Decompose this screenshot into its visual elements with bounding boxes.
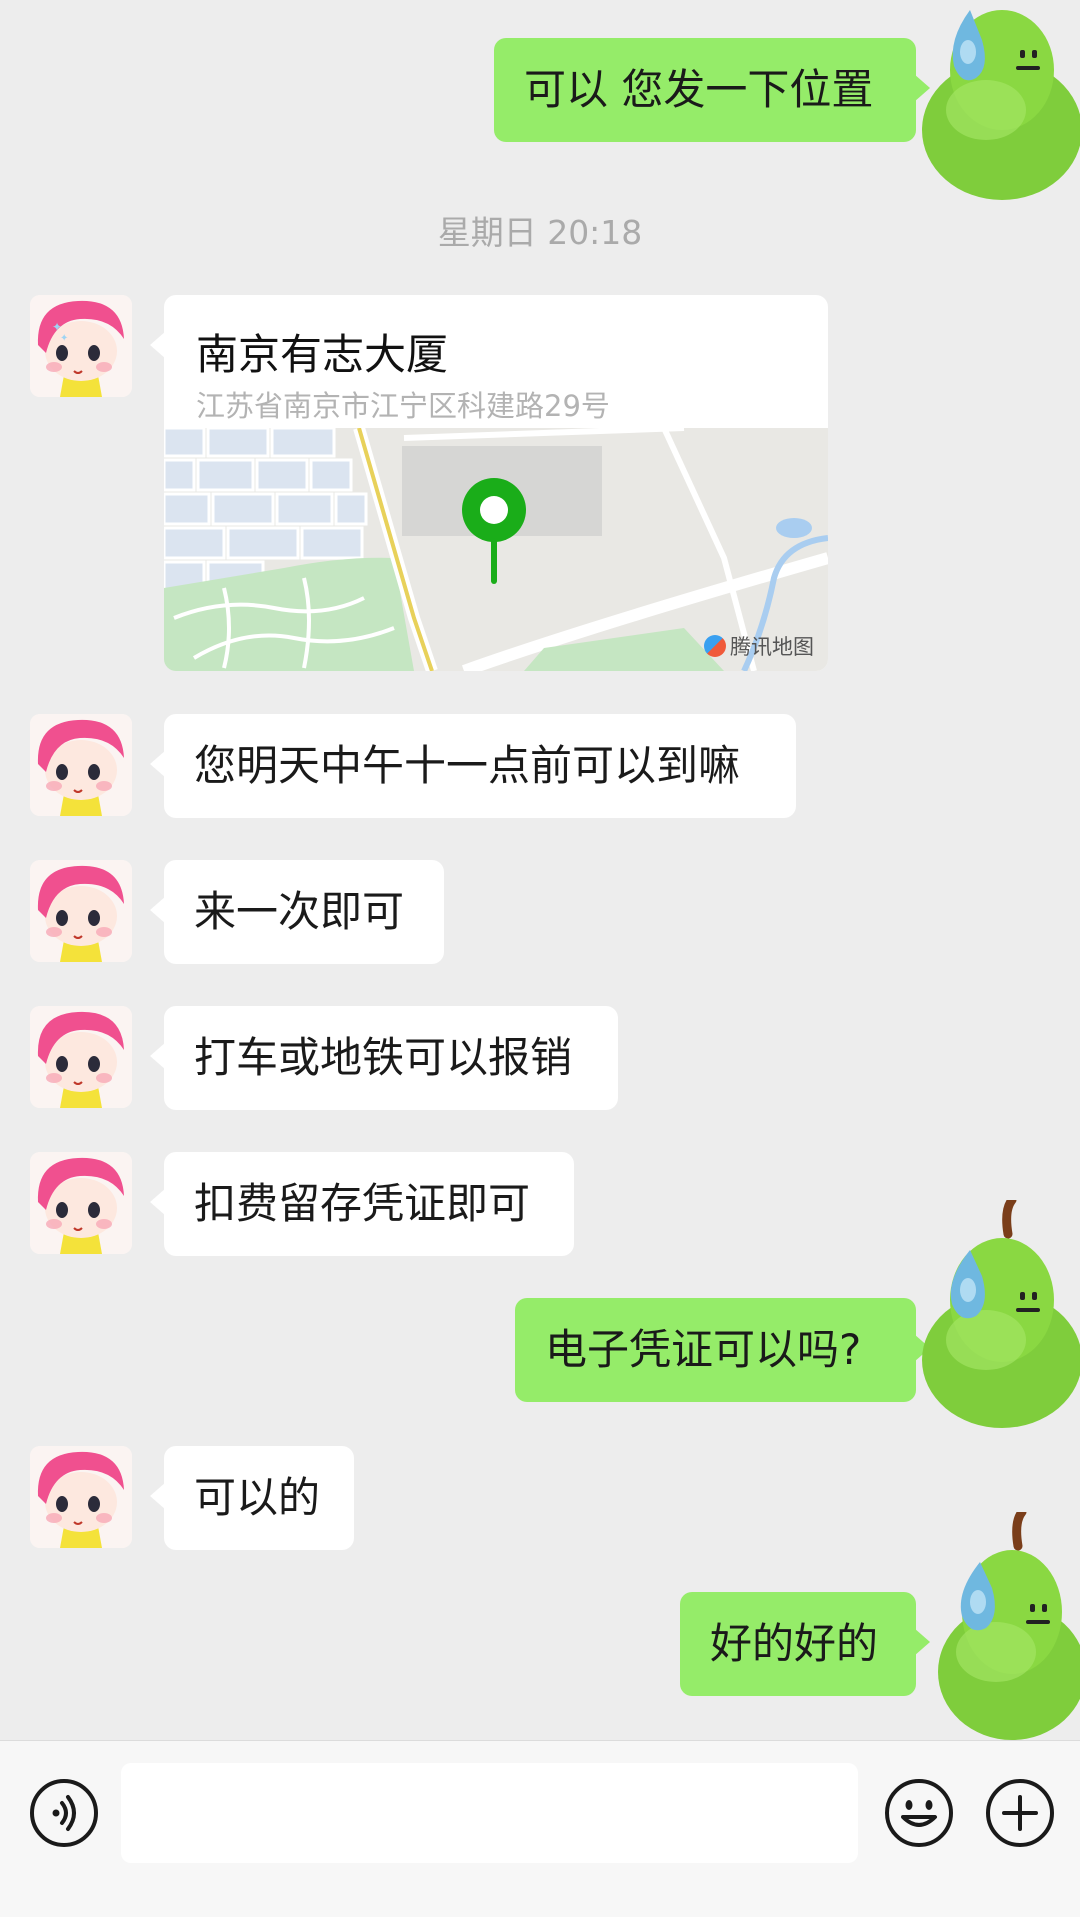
avatar-contact[interactable] bbox=[30, 860, 132, 962]
avatar-pear[interactable] bbox=[916, 1195, 1080, 1428]
message-bubble-incoming[interactable]: 来一次即可 bbox=[150, 860, 444, 964]
map-credit: 腾讯地图 bbox=[704, 631, 814, 661]
avatar-contact[interactable] bbox=[30, 1152, 132, 1254]
location-card[interactable]: 南京有志大厦 江苏省南京市江宁区科建路29号 腾讯地图 bbox=[164, 295, 828, 671]
chat-area[interactable]: 可以 您发一下位置 星期日 20:18 ✦ ✦ 南京有志大厦 江苏省南京市江宁区… bbox=[0, 0, 1080, 1740]
svg-text:✦: ✦ bbox=[52, 320, 62, 334]
avatar-contact[interactable] bbox=[30, 1446, 132, 1548]
compass-icon bbox=[704, 635, 726, 657]
avatar-contact[interactable] bbox=[30, 1006, 132, 1108]
message-bubble-outgoing[interactable]: 电子凭证可以吗? bbox=[515, 1298, 930, 1402]
input-bar bbox=[0, 1740, 1080, 1917]
message-input[interactable] bbox=[121, 1763, 858, 1863]
emoji-icon[interactable] bbox=[881, 1775, 957, 1851]
avatar-pear[interactable] bbox=[916, 0, 1080, 200]
message-bubble-outgoing[interactable]: 可以 您发一下位置 bbox=[494, 38, 930, 142]
svg-text:✦: ✦ bbox=[60, 333, 68, 344]
location-address: 江苏省南京市江宁区科建路29号 bbox=[196, 389, 610, 423]
timestamp: 星期日 20:18 bbox=[437, 213, 643, 252]
voice-icon[interactable] bbox=[26, 1775, 102, 1851]
plus-icon[interactable] bbox=[982, 1775, 1058, 1851]
avatar-contact[interactable]: ✦ ✦ bbox=[30, 295, 132, 397]
avatar-pear[interactable] bbox=[916, 1507, 1080, 1740]
message-bubble-incoming[interactable]: 您明天中午十一点前可以到嘛 bbox=[150, 714, 796, 818]
message-bubble-incoming[interactable]: 可以的 bbox=[150, 1446, 354, 1550]
location-map[interactable]: 腾讯地图 bbox=[164, 425, 828, 671]
message-bubble-incoming[interactable]: 扣费留存凭证即可 bbox=[150, 1152, 574, 1256]
message-bubble-outgoing[interactable]: 好的好的 bbox=[680, 1592, 930, 1696]
message-bubble-incoming[interactable]: 打车或地铁可以报销 bbox=[150, 1006, 618, 1110]
avatar-contact[interactable] bbox=[30, 714, 132, 816]
location-title: 南京有志大厦 bbox=[196, 330, 449, 379]
